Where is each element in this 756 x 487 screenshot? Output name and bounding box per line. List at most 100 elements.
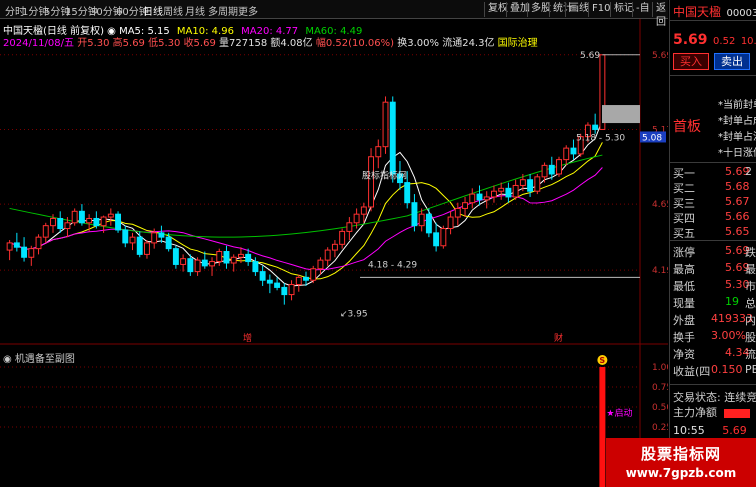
candle: [216, 248, 223, 266]
candle: [454, 202, 461, 226]
price-axis-label-3: 4.19: [652, 266, 668, 276]
candle: [122, 225, 129, 248]
candle: [209, 257, 215, 276]
signal-label: ★启动: [606, 407, 632, 419]
candle: [71, 208, 78, 226]
candle: [295, 274, 302, 292]
limit-note-0: *当前封单强: [718, 100, 756, 111]
current-price-label: 5.08: [642, 133, 662, 143]
current-price: 5.69: [673, 32, 708, 48]
candle: [433, 222, 440, 252]
toolbar: 分时 1分钟 5分钟 15分钟 30分钟 60分钟 日线 周线 月线 多周期 更多 复权 叠加 多股 统计画…: [0, 0, 669, 28]
stat-row-0: 涨停 5.69 跌: [673, 244, 756, 259]
candle: [158, 225, 165, 243]
bid-label: 买三: [673, 197, 695, 210]
period-tab-7[interactable]: 周线: [163, 3, 183, 18]
ma10-line: [9, 142, 603, 280]
indicator-title: ◉ 机遇备至副图: [3, 354, 75, 365]
bid-label: 买一: [673, 167, 695, 180]
candle: [115, 211, 122, 233]
stat-label: 最高: [673, 263, 695, 276]
stat-row-6: 净资 4.34 流: [673, 346, 756, 361]
candle: [78, 204, 85, 226]
candle: [592, 113, 599, 134]
box-range-annotation: 4.18 - 4.29: [368, 260, 417, 270]
candle: [266, 274, 273, 294]
period-tab-8[interactable]: 月线: [185, 3, 205, 18]
candle: [288, 280, 295, 301]
candle: [180, 254, 187, 272]
board-label: 首板: [673, 119, 701, 135]
period-tab-9[interactable]: 多周期: [208, 3, 238, 18]
candle: [194, 257, 201, 276]
candle: [375, 139, 382, 169]
low-annotation: ↙3.95: [340, 310, 368, 320]
stat-tail: 内: [745, 314, 756, 327]
bid-label: 买五: [673, 227, 695, 240]
watermark-title: 股票指标网: [640, 445, 721, 463]
bid-price: 5.68: [725, 180, 750, 193]
candle: [483, 191, 490, 209]
price-box: [602, 105, 640, 124]
stat-label: 净资: [673, 348, 695, 361]
candlestick-chart[interactable]: 5.695.174.654.195.695.18 - 5.305.084.18 …: [0, 19, 668, 345]
stat-tail: PE: [745, 363, 756, 376]
mark-zeng: 增: [243, 332, 252, 344]
quote-header: 中国天楹 000035: [673, 3, 756, 20]
quote-panel: 中国天楹 000035 5.69 0.52 10.06% 买入 卖出 首板 *当…: [669, 0, 756, 487]
sell-button[interactable]: 卖出: [714, 53, 750, 70]
indicator-icon: ◉: [3, 354, 15, 365]
limit-note-3: *十日涨停: [718, 148, 756, 159]
signal-bar: [599, 367, 606, 487]
candle: [21, 237, 28, 262]
candle: [469, 188, 476, 209]
stat-row-3: 现量 19 总: [673, 295, 756, 310]
inline-watermark: 股标指标网: [362, 169, 407, 181]
toolbar-button-8[interactable]: 返回: [652, 2, 669, 28]
bid-row-3: 买四 5.66: [673, 210, 756, 225]
stat-tail: 最: [745, 263, 756, 276]
stat-label: 涨停: [673, 246, 695, 259]
candle: [382, 96, 389, 154]
limit-note-2: *封单占流通: [718, 132, 756, 143]
stat-tail: 跌: [745, 246, 756, 259]
stat-value: 0.150: [711, 363, 743, 376]
toolbar-button-7[interactable]: -自: [632, 2, 653, 17]
candle: [505, 182, 512, 203]
stat-row-4: 外盘 419333 内: [673, 312, 756, 327]
candle: [411, 194, 418, 232]
candle: [172, 245, 179, 269]
bid-volume: 2: [745, 165, 752, 178]
candle: [310, 265, 317, 284]
candle: [331, 240, 338, 258]
limit-note-1: *封单占成交: [718, 116, 756, 127]
price-axis-label-2: 4.65: [652, 200, 668, 210]
period-tab-6[interactable]: 日线: [143, 3, 163, 18]
period-tab-10[interactable]: 更多: [238, 3, 258, 18]
candle: [13, 232, 20, 252]
candle: [498, 182, 505, 200]
candle: [274, 277, 281, 291]
candle: [57, 211, 64, 233]
tick-time: 10:55: [673, 424, 705, 437]
price-change-pct: 10.06%: [740, 36, 756, 47]
candle: [223, 245, 230, 269]
buy-button[interactable]: 买入: [673, 53, 709, 70]
indicator-chart[interactable]: 1.00 0.75 0.50 0.25 S ★启动: [0, 345, 668, 487]
candle: [556, 156, 562, 177]
stat-row-5: 换手 3.00% 股: [673, 329, 756, 344]
stat-label: 收益(四: [673, 365, 711, 378]
candle: [490, 185, 497, 203]
indicator-axis-label-1: 0.75: [652, 383, 668, 393]
candle: [534, 173, 541, 195]
bid-row-2: 买三 5.67: [673, 195, 756, 210]
price-change: 0.52: [713, 36, 736, 47]
tick-price: 5.69: [722, 424, 747, 437]
candle: [129, 232, 136, 251]
indicator-axis-label-0: 1.00: [652, 363, 668, 373]
bid-label: 买四: [673, 212, 695, 225]
candle: [259, 265, 266, 286]
stat-label: 现量: [673, 297, 695, 310]
stat-tail: 市: [745, 280, 756, 293]
stat-label: 换手: [673, 331, 695, 344]
